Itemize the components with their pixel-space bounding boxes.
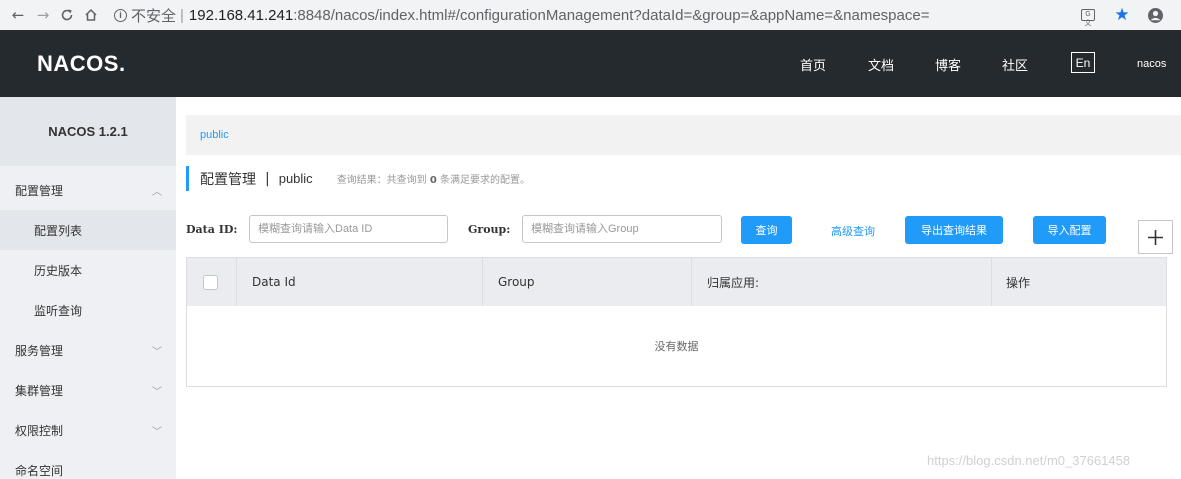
- url-path: :8848/nacos/index.html#/configurationMan…: [293, 6, 930, 24]
- sidebar-menu-access-control[interactable]: 权限控制 ﹀: [0, 410, 176, 450]
- advanced-query-link[interactable]: 高级查询: [831, 223, 875, 239]
- sidebar-menu-label: 服务管理: [15, 343, 64, 358]
- nav-home-link[interactable]: 首页: [800, 55, 826, 74]
- language-switch-button[interactable]: En: [1071, 52, 1095, 73]
- sidebar: NACOS 1.2.1 配置管理 ︿ 配置列表 历史版本 监听查询 服务管理 ﹀…: [0, 97, 176, 479]
- chevron-up-icon: ︿: [152, 186, 162, 198]
- url-separator: |: [180, 6, 184, 24]
- translate-icon[interactable]: G文: [1078, 5, 1098, 27]
- group-search-input[interactable]: [522, 215, 722, 243]
- sidebar-menu-service-management[interactable]: 服务管理 ﹀: [0, 330, 176, 370]
- watermark-text: https://blog.csdn.net/m0_37661458: [927, 453, 1131, 468]
- page-namespace: public: [278, 171, 313, 186]
- column-header-operations: 操作: [991, 258, 1166, 306]
- reload-icon[interactable]: [56, 4, 78, 26]
- title-separator: |: [265, 170, 270, 187]
- security-label: 不安全: [131, 7, 177, 25]
- user-name[interactable]: nacos: [1137, 58, 1166, 70]
- page-title: 配置管理: [200, 171, 256, 188]
- chevron-down-icon: ﹀: [152, 346, 162, 358]
- chevron-down-icon: ﹀: [152, 426, 162, 438]
- nav-community-link[interactable]: 社区: [1002, 55, 1028, 74]
- page-title-row: 配置管理 | public 查询结果：共查询到 0 条满足要求的配置。: [186, 166, 530, 191]
- main-content: public 配置管理 | public 查询结果：共查询到 0 条满足要求的配…: [176, 97, 1181, 479]
- sidebar-menu-config-management[interactable]: 配置管理 ︿: [0, 170, 176, 210]
- add-config-button[interactable]: [1138, 220, 1173, 254]
- select-all-cell: [187, 258, 236, 306]
- sidebar-menu-cluster-management[interactable]: 集群管理 ﹀: [0, 370, 176, 410]
- sidebar-item-config-list[interactable]: 配置列表: [0, 210, 176, 250]
- nav-docs-link[interactable]: 文档: [868, 55, 894, 74]
- sidebar-menu-label: 权限控制: [15, 423, 64, 438]
- dataid-search-input[interactable]: [249, 215, 448, 243]
- home-icon[interactable]: [80, 4, 102, 26]
- info-icon[interactable]: i: [114, 8, 127, 22]
- column-header-group[interactable]: Group: [482, 258, 691, 306]
- table-header: Data Id Group 归属应用: 操作: [187, 258, 1166, 306]
- sidebar-menu-label: 集群管理: [15, 383, 64, 398]
- import-config-button[interactable]: 导入配置: [1033, 216, 1106, 244]
- query-result-count: 0: [429, 175, 437, 186]
- nacos-logo[interactable]: NACOS.: [37, 51, 126, 77]
- query-button[interactable]: 查询: [741, 216, 792, 244]
- title-accent-bar: [186, 166, 189, 191]
- sidebar-menu-label: 命名空间: [15, 463, 64, 478]
- forward-arrow-icon[interactable]: →: [32, 4, 54, 26]
- column-header-app[interactable]: 归属应用:: [691, 258, 991, 306]
- top-header: NACOS. 首页 文档 博客 社区 En nacos: [0, 30, 1181, 97]
- namespace-bar: public: [186, 115, 1181, 155]
- url-host: 192.168.41.241: [188, 6, 294, 24]
- sidebar-menu-label: 配置管理: [15, 183, 64, 198]
- column-header-dataid[interactable]: Data Id: [236, 258, 482, 306]
- export-results-button[interactable]: 导出查询结果: [905, 216, 1003, 244]
- nav-blog-link[interactable]: 博客: [935, 55, 961, 74]
- query-result-summary: 查询结果：共查询到 0 条满足要求的配置。: [336, 175, 531, 186]
- dataid-label: Data ID:: [186, 223, 238, 236]
- namespace-tab-public[interactable]: public: [200, 129, 229, 141]
- profile-icon[interactable]: [1145, 5, 1165, 25]
- sidebar-menu-namespace[interactable]: 命名空间: [0, 450, 176, 479]
- sidebar-item-listener-query[interactable]: 监听查询: [0, 290, 176, 330]
- filter-row: Data ID: Group: 查询 高级查询 导出查询结果 导入配置: [176, 215, 1181, 254]
- plus-icon: [1148, 229, 1163, 245]
- browser-toolbar: ← → i 不安全 | 192.168.41.241:8848/nacos/in…: [0, 0, 1181, 30]
- chevron-down-icon: ﹀: [152, 386, 162, 398]
- select-all-checkbox[interactable]: [203, 274, 218, 290]
- address-bar[interactable]: i 不安全 | 192.168.41.241:8848/nacos/index.…: [104, 2, 1142, 28]
- group-label: Group:: [468, 223, 511, 236]
- table-empty-text: 没有数据: [654, 340, 699, 353]
- sidebar-item-history[interactable]: 历史版本: [0, 250, 176, 290]
- bookmark-star-icon[interactable]: ★: [1112, 5, 1132, 25]
- back-arrow-icon[interactable]: ←: [7, 4, 29, 26]
- config-table: Data Id Group 归属应用: 操作 没有数据: [186, 257, 1167, 387]
- version-label: NACOS 1.2.1: [0, 97, 176, 166]
